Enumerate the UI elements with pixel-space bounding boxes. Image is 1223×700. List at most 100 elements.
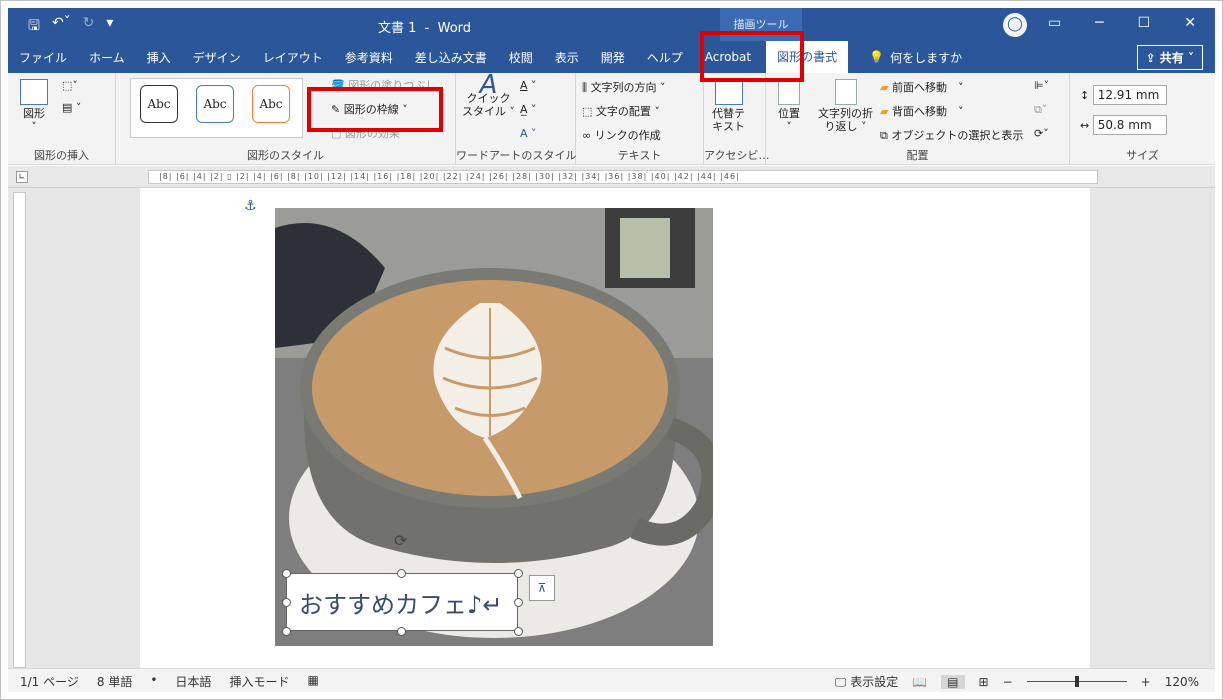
group-label: テキスト — [617, 149, 662, 162]
account-avatar[interactable]: ◯ — [1003, 13, 1027, 37]
resize-handle[interactable] — [514, 569, 523, 578]
anchor-icon: ⚓ — [244, 198, 257, 214]
tab-developer[interactable]: 開発 — [590, 49, 636, 66]
save-icon[interactable]: 🖫 — [28, 15, 40, 39]
language[interactable]: 日本語 — [175, 673, 211, 690]
position-button[interactable]: 位置 ˅ — [778, 79, 800, 133]
position-icon — [778, 79, 800, 105]
resize-handle[interactable] — [397, 569, 406, 578]
text-effects-icon[interactable]: A ˅ — [520, 127, 537, 140]
tab-file[interactable]: ファイル — [8, 49, 78, 66]
display-settings[interactable]: 🖵 表示設定 — [835, 673, 898, 690]
page-count[interactable]: 1/1 ページ — [20, 673, 79, 690]
web-layout-icon[interactable]: ⊞ — [979, 675, 989, 689]
tab-design[interactable]: デザイン — [182, 49, 252, 66]
shapes-icon — [20, 79, 48, 105]
vertical-ruler — [8, 188, 30, 668]
resize-handle[interactable] — [514, 627, 523, 636]
shape-effects-button[interactable]: ▢ 図形の効果 — [331, 125, 400, 141]
print-layout-icon[interactable]: ▤ — [941, 674, 965, 689]
textbox-insert-icon[interactable]: ▤ ˅ — [62, 101, 81, 114]
zoom-level[interactable]: 120% — [1165, 675, 1199, 689]
ribbon-display-icon[interactable]: ▭ — [1048, 15, 1061, 31]
wrap-text-button[interactable]: 文字列の折 り返し ˅ — [818, 79, 873, 133]
title-bar: 🖫 ↶ˇ ↻ ▾ 文書 1 - Word 描画ツール ◯ ▭ ─ ☐ ✕ — [8, 8, 1215, 41]
shape-fill-button[interactable]: 🪣 図形の塗りつぶし — [331, 77, 436, 93]
text-outline-icon[interactable]: A̲ ˅ — [520, 103, 537, 116]
textbox-text[interactable]: おすすめカフェ♪↵ — [299, 585, 502, 620]
resize-handle[interactable] — [282, 627, 291, 636]
text-fill-icon[interactable]: A ˅ — [520, 79, 537, 92]
group-insert-shapes: 図形 ˅ ⬚˅ ▤ ˅ 図形の挿入 — [8, 73, 116, 165]
maximize-icon[interactable]: ☐ — [1138, 15, 1151, 31]
bring-forward-button[interactable]: ▰ 前面へ移動 ˅ — [880, 79, 963, 95]
macro-record-icon[interactable]: ▦ — [307, 673, 318, 690]
selected-textbox[interactable]: おすすめカフェ♪↵ — [286, 573, 518, 631]
text-direction-button[interactable]: ⫼ 文字列の方向 ˅ — [582, 79, 666, 95]
tab-review[interactable]: 校閲 — [498, 49, 544, 66]
wrap-icon — [834, 79, 857, 105]
tab-acrobat[interactable]: Acrobat — [694, 50, 762, 64]
minimize-icon[interactable]: ─ — [1095, 15, 1103, 31]
undo-icon[interactable]: ↶ˇ — [52, 15, 71, 39]
resize-handle[interactable] — [514, 598, 523, 607]
status-bar: 1/1 ページ 8 単語 • 日本語 挿入モード ▦ 🖵 表示設定 📖 ▤ ⊞ … — [8, 668, 1215, 692]
alt-text-button[interactable]: 代替テ キスト — [712, 79, 745, 133]
resize-handle[interactable] — [397, 627, 406, 636]
group-wordart: A クイック スタイル ˅ A ˅ A̲ ˅ A ˅ ワードアートのスタイル — [456, 70, 576, 165]
send-backward-button[interactable]: ▰ 背面へ移動 ˅ — [880, 103, 963, 119]
tab-layout[interactable]: レイアウト — [252, 49, 334, 66]
group-label: サイズ — [1126, 149, 1159, 162]
rotate-handle-icon[interactable]: ⟳ — [394, 531, 407, 550]
group-label: 図形のスタイル — [247, 149, 324, 162]
style-preset-1[interactable]: Abc — [140, 85, 178, 123]
align-icon[interactable]: ⊫˅ — [1034, 79, 1049, 92]
close-icon[interactable]: ✕ — [1184, 15, 1196, 31]
customize-icon[interactable]: ▾ — [106, 15, 113, 39]
tab-help[interactable]: ヘルプ — [636, 49, 694, 66]
word-count[interactable]: 8 単語 — [97, 673, 132, 690]
shape-outline-button[interactable]: ✎ 図形の枠線 ˅ — [331, 101, 408, 117]
tab-references[interactable]: 参考資料 — [334, 49, 404, 66]
ribbon-tabs: ファイル ホーム 挿入 デザイン レイアウト 参考資料 差し込み文書 校閲 表示… — [8, 41, 1215, 73]
insert-mode[interactable]: 挿入モード — [229, 673, 289, 690]
align-text-button[interactable]: ⬚ 文字の配置 ˅ — [582, 103, 660, 119]
lightbulb-icon: 💡 — [869, 50, 885, 64]
selection-pane-button[interactable]: ⧉ オブジェクトの選択と表示 — [880, 127, 1023, 143]
redo-icon[interactable]: ↻ — [83, 15, 95, 39]
tab-selector-icon[interactable]: ∟ — [16, 171, 28, 183]
wordart-icon: A — [479, 70, 498, 100]
width-field[interactable]: ↔ 50.8 mm — [1080, 115, 1167, 135]
layout-options-icon[interactable]: ⊼ — [529, 575, 555, 601]
tab-shape-format[interactable]: 図形の書式 — [766, 41, 849, 73]
tab-home[interactable]: ホーム — [78, 49, 136, 66]
tell-me-search[interactable]: 💡 何をしますか — [858, 49, 973, 66]
quick-access-toolbar: 🖫 ↶ˇ ↻ ▾ — [28, 15, 113, 39]
drawing-tools-context: 描画ツール — [720, 8, 802, 41]
zoom-slider[interactable] — [1026, 676, 1127, 687]
zoom-out-icon[interactable]: − — [1003, 675, 1013, 689]
quick-style-button[interactable]: A クイック スタイル ˅ — [462, 70, 515, 118]
group-accessibility: 代替テ キスト アクセシビ… — [704, 73, 769, 165]
resize-handle[interactable] — [282, 598, 291, 607]
tab-mailings[interactable]: 差し込み文書 — [404, 49, 498, 66]
group-size: ↕ 12.91 mm ↔ 50.8 mm サイズ — [1070, 73, 1215, 165]
tab-insert[interactable]: 挿入 — [136, 49, 182, 66]
style-preset-3[interactable]: Abc — [252, 85, 290, 123]
tab-view[interactable]: 表示 — [544, 49, 590, 66]
share-button[interactable]: ⇪ 共有 ˅ — [1136, 45, 1203, 70]
group-shape-styles: Abc Abc Abc 🪣 図形の塗りつぶし ✎ 図形の枠線 ˅ ▢ 図形の効果… — [116, 73, 456, 165]
ribbon: 図形 ˅ ⬚˅ ▤ ˅ 図形の挿入 Abc Abc Abc 🪣 図形の塗りつぶし… — [8, 70, 1215, 165]
group-label: 配置 — [906, 149, 929, 162]
style-preset-2[interactable]: Abc — [196, 85, 234, 123]
height-field[interactable]: ↕ 12.91 mm — [1080, 85, 1167, 105]
read-mode-icon[interactable]: 📖 — [912, 675, 927, 689]
rotate-icon[interactable]: ⟳˅ — [1034, 127, 1049, 140]
edit-shape-icon[interactable]: ⬚˅ — [62, 79, 78, 92]
create-link-button[interactable]: ∞ リンクの作成 — [582, 127, 661, 143]
shapes-button[interactable]: 図形 ˅ — [20, 79, 48, 133]
group-icon[interactable]: ⧉˅ — [1034, 103, 1047, 117]
group-arrange: 位置 ˅ 文字列の折 り返し ˅ ▰ 前面へ移動 ˅ ▰ 背面へ移動 ˅ ⧉ オブ… — [766, 73, 1070, 165]
resize-handle[interactable] — [282, 569, 291, 578]
zoom-in-icon[interactable]: + — [1141, 675, 1151, 689]
